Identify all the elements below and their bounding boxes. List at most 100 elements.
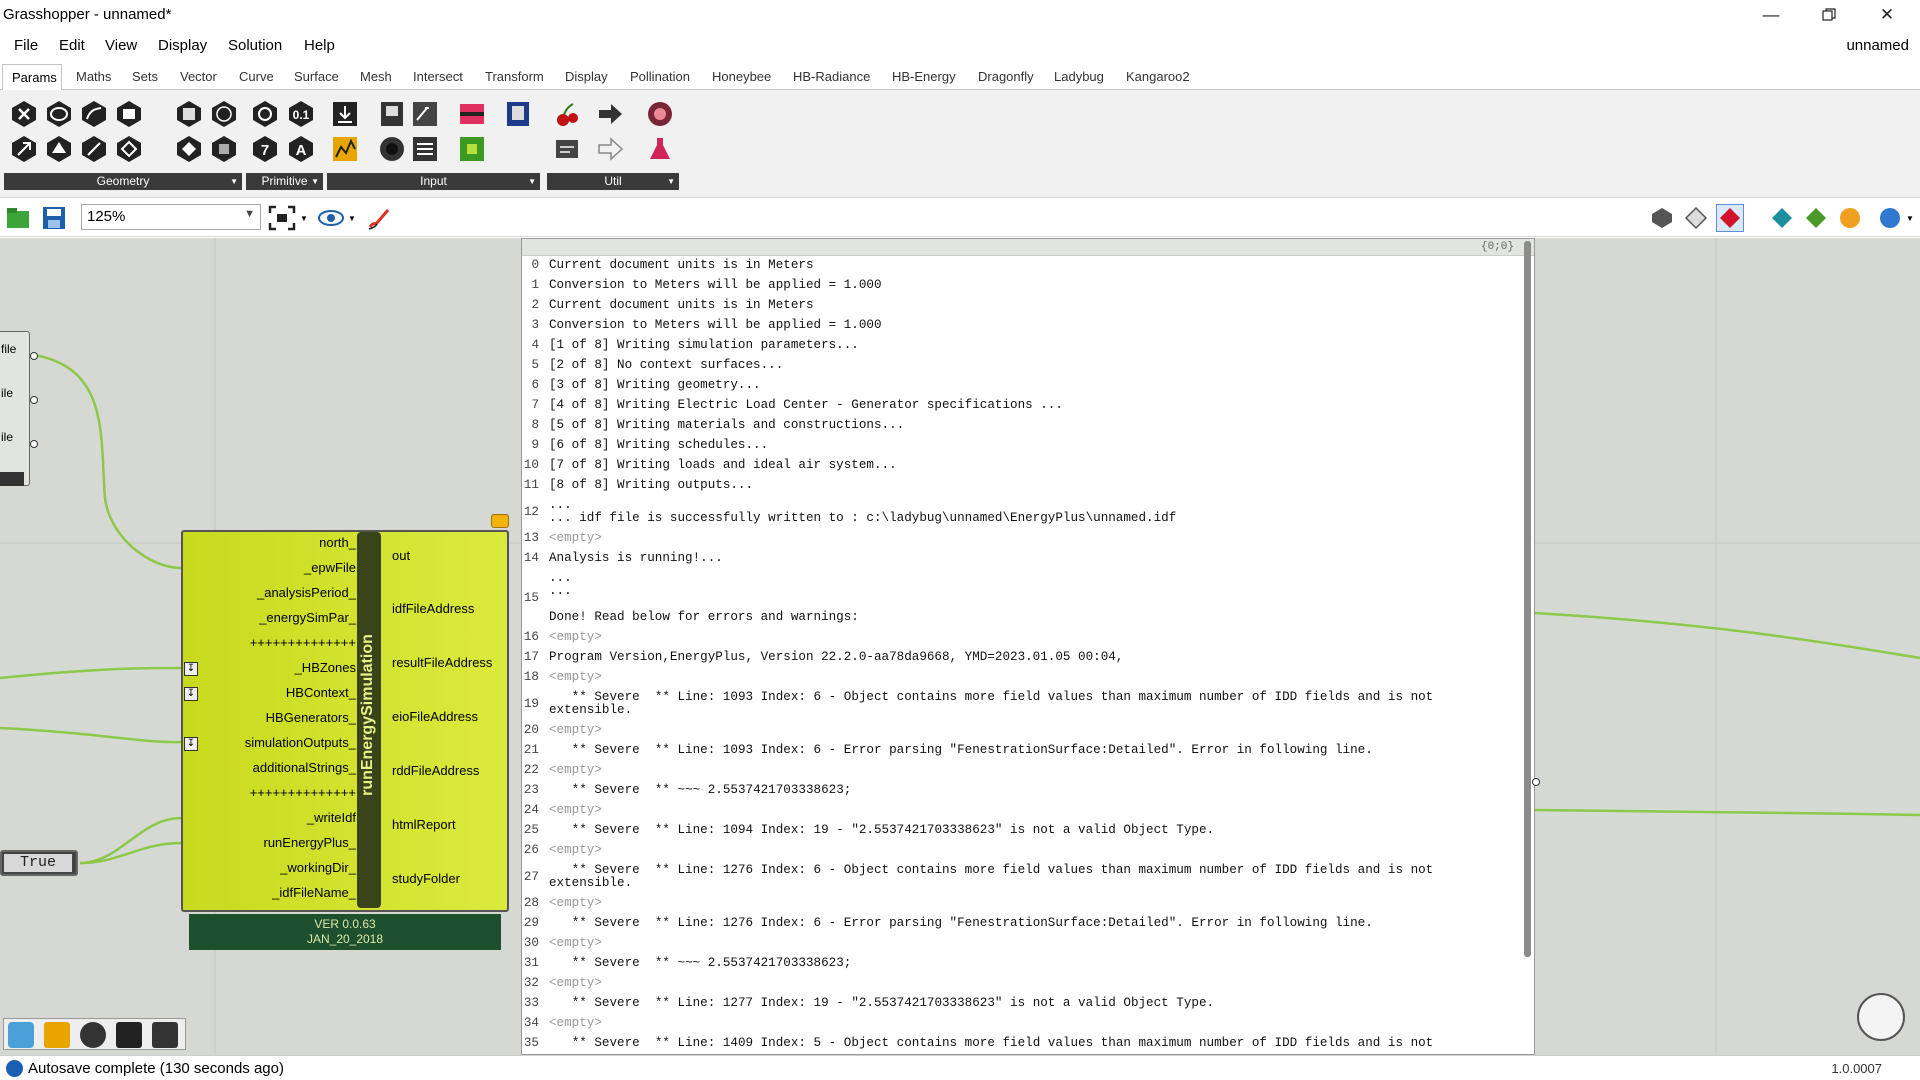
data-input-icon[interactable] [330,99,360,129]
selected-preview-icon[interactable] [1716,204,1744,232]
input-write-idf[interactable]: _writeIdf [307,810,356,825]
galapagos-icon[interactable] [645,99,675,129]
wireframe-preview-icon[interactable] [1648,204,1676,232]
circle-param-icon[interactable] [44,99,74,129]
colour-swatch-icon[interactable] [457,134,487,164]
input-hb-context[interactable]: HBContext_ [286,685,356,700]
input-simulation-outputs[interactable]: simulationOutputs_ [245,735,356,750]
integer-param-icon[interactable]: 7 [250,134,280,164]
text-param-icon[interactable]: A [286,134,316,164]
panel-util-label[interactable]: Util ▼ [547,173,679,190]
close-button[interactable]: ✕ [1858,0,1916,30]
preview-dropdown-icon[interactable]: ▼ [346,204,358,232]
zoom-extents-icon[interactable] [268,204,296,232]
output-grip[interactable] [30,352,38,360]
input-analysis-period[interactable]: _analysisPeriod_ [257,585,356,600]
panel-geometry-label[interactable]: Geometry ▼ [4,173,242,190]
python-icon[interactable] [8,1022,34,1048]
tab-surface[interactable]: Surface [294,69,339,84]
sketch-pen-icon[interactable] [365,204,393,232]
tab-hb-radiance[interactable]: HB-Radiance [793,69,870,84]
preview-colour-icon[interactable] [1836,204,1864,232]
graph-mapper-icon[interactable] [330,134,360,164]
point-param-icon[interactable] [9,99,39,129]
output-study-folder[interactable]: studyFolder [392,871,460,886]
tab-params[interactable]: Params [2,64,62,91]
boolean-param-icon[interactable] [250,99,280,129]
mesh-param-icon[interactable] [209,99,239,129]
surface-param-icon[interactable] [114,99,144,129]
menu-file[interactable]: File [14,37,38,54]
left-param-component[interactable]: file ile ile [0,331,30,486]
zoom-select[interactable]: 125% ▼ [81,204,261,230]
vector-param-icon[interactable] [9,134,39,164]
button-input-icon[interactable] [503,99,533,129]
menu-edit[interactable]: Edit [59,37,85,54]
tab-ladybug[interactable]: Ladybug [1054,69,1104,84]
panel-primitive-label[interactable]: Primitive ▼ [246,173,323,190]
input-working-dir[interactable]: _workingDir_ [280,860,356,875]
input-run-energyplus[interactable]: runEnergyPlus_ [264,835,357,850]
input-idf-file-name[interactable]: _idfFileName_ [272,885,356,900]
output-grip[interactable] [30,396,38,404]
line-param-icon[interactable] [79,134,109,164]
dial-icon[interactable] [80,1022,106,1048]
menu-help[interactable]: Help [304,37,335,54]
input-additional-strings[interactable]: additionalStrings_ [253,760,356,775]
input-energy-sim-par[interactable]: _energySimPar_ [259,610,356,625]
menu-view[interactable]: View [105,37,137,54]
output-idf-file-address[interactable]: idfFileAddress [392,601,474,616]
number-param-icon[interactable]: 0.1 [286,99,316,129]
preview-material-icon[interactable] [1802,204,1830,232]
brep-param-icon[interactable] [174,99,204,129]
shaded-preview-icon[interactable] [1682,204,1710,232]
output-result-file-address[interactable]: resultFileAddress [392,655,492,670]
save-file-icon[interactable] [40,204,68,232]
flatten-icon[interactable]: ↧ [184,737,198,751]
output-eio-file-address[interactable]: eioFileAddress [392,709,478,724]
gradient-icon[interactable] [457,99,487,129]
restore-button[interactable] [1800,0,1858,30]
box-param-icon[interactable] [114,134,144,164]
panel-input-label[interactable]: Input ▼ [327,173,540,190]
warning-balloon-icon[interactable] [491,514,509,528]
output-out[interactable]: out [392,548,410,563]
navigation-widget[interactable] [1857,993,1905,1041]
display-sphere-icon[interactable] [1876,204,1904,232]
tab-vector[interactable]: Vector [180,69,217,84]
input-epw-file[interactable]: _epwFile [304,560,356,575]
tab-mesh[interactable]: Mesh [360,69,392,84]
tab-honeybee[interactable]: Honeybee [712,69,771,84]
toggle-value[interactable]: True [4,854,72,872]
input-hb-generators[interactable]: HBGenerators_ [266,710,356,725]
dial-icon[interactable] [377,134,407,164]
open-file-icon[interactable] [4,204,32,232]
zoom-dropdown-icon[interactable]: ▼ [298,204,310,232]
plane-param-icon[interactable] [44,134,74,164]
preview-eye-icon[interactable] [317,204,345,232]
slider-icon[interactable] [410,99,440,129]
field-param-icon[interactable] [174,134,204,164]
flatten-icon[interactable]: ↧ [184,687,198,701]
tab-transform[interactable]: Transform [485,69,544,84]
flask-icon[interactable] [645,134,675,164]
flatten-icon[interactable]: ↧ [184,662,198,676]
output-html-report[interactable]: htmlReport [392,817,456,832]
cherry-picker-icon[interactable] [552,99,582,129]
graph-mapper-icon[interactable] [44,1022,70,1048]
toggle-icon[interactable] [377,99,407,129]
output-grip[interactable] [30,440,38,448]
run-energy-simulation-component[interactable]: runEnergySimulation north_ _epwFile _ana… [181,514,509,950]
tab-display[interactable]: Display [565,69,608,84]
cluster-icon[interactable] [552,134,582,164]
output-panel[interactable]: {0;0} 0 Current document units is in Mete… [521,238,1535,1055]
outline-arrow-icon[interactable] [595,134,625,164]
jump-arrow-icon[interactable] [595,99,625,129]
preview-mesh-icon[interactable] [1768,204,1796,232]
tab-curve[interactable]: Curve [239,69,274,84]
geometry-param-icon[interactable] [209,134,239,164]
menu-display[interactable]: Display [158,37,207,54]
boolean-toggle[interactable]: True [0,850,78,876]
toggle-icon[interactable] [152,1022,178,1048]
tab-pollination[interactable]: Pollination [630,69,690,84]
